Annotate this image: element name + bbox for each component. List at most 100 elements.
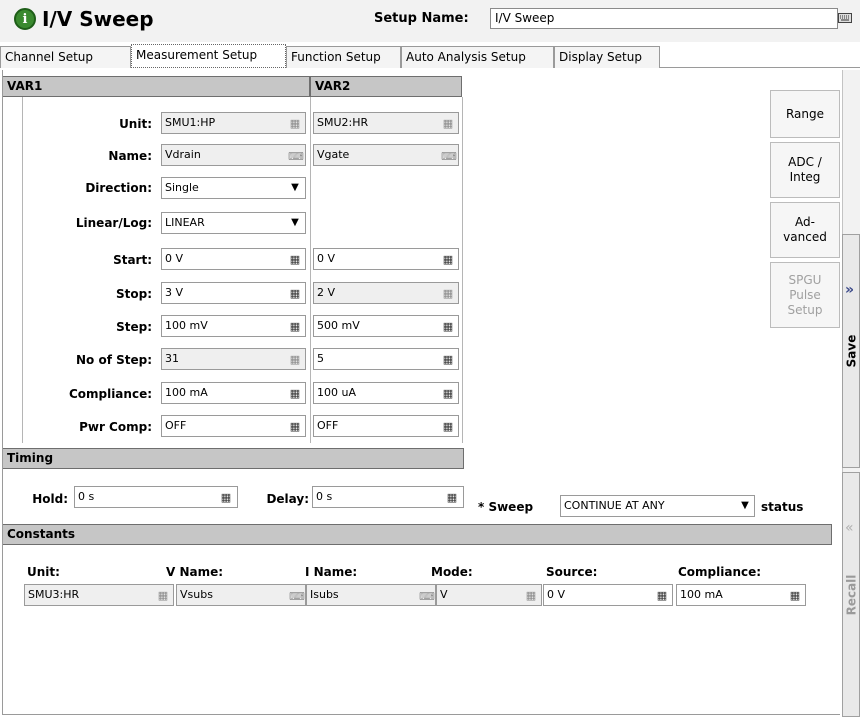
var1-left-border (22, 97, 23, 443)
var2-nstep-field[interactable]: 5 (313, 348, 459, 370)
calculator-icon[interactable]: ▦ (789, 589, 801, 602)
delay-label: Delay: (266, 492, 309, 506)
col-vname-header: V Name: (166, 565, 224, 579)
setup-name-input[interactable]: I/V Sweep (490, 8, 838, 29)
linlog-select[interactable]: LINEAR (161, 212, 306, 234)
setup-name-label: Setup Name: (374, 11, 469, 26)
col-compliance-header: Compliance: (678, 565, 762, 579)
var2-name-field[interactable]: Vgate (313, 144, 459, 166)
hold-field[interactable]: 0 s (74, 486, 238, 508)
var1-pwrcomp-field[interactable]: OFF (161, 415, 306, 437)
pwrcomp-label: Pwr Comp: (79, 420, 152, 434)
const-vname-field[interactable]: Vsubs (176, 584, 306, 606)
dropdown-arrow-icon[interactable]: ▼ (288, 214, 302, 232)
var2-step-field[interactable]: 500 mV (313, 315, 459, 337)
sweep-status-select[interactable]: CONTINUE AT ANY (560, 495, 755, 517)
var1-unit-field[interactable]: SMU1:HP (161, 112, 306, 134)
info-icon[interactable]: i (14, 8, 36, 30)
recall-rail-label: Recall (844, 574, 859, 615)
keyboard-icon[interactable]: ⌨ (441, 150, 457, 163)
var2-compliance-field[interactable]: 100 uA (313, 382, 459, 404)
const-unit-field[interactable]: SMU3:HR (24, 584, 174, 606)
delay-field[interactable]: 0 s (312, 486, 464, 508)
constants-header: Constants (2, 524, 832, 545)
start-label: Start: (113, 253, 152, 267)
col-source-header: Source: (546, 565, 598, 579)
calculator-icon[interactable]: ▦ (442, 320, 454, 333)
nstep-label: No of Step: (75, 353, 152, 367)
compliance-label: Compliance: (68, 387, 152, 401)
collapse-arrow-icon[interactable]: « (845, 520, 854, 536)
var1-name-field[interactable]: Vdrain (161, 144, 306, 166)
save-rail-tab[interactable]: Save (842, 234, 860, 468)
calculator-icon[interactable]: ▦ (442, 420, 454, 433)
tab-function-setup[interactable]: Function Setup (286, 46, 401, 68)
calculator-icon[interactable]: ▦ (289, 253, 301, 266)
tab-auto-analysis-setup[interactable]: Auto Analysis Setup (401, 46, 554, 68)
const-source-field[interactable]: 0 V (543, 584, 673, 606)
linlog-label: Linear/Log: (75, 216, 152, 230)
var2-unit-field[interactable]: SMU2:HR (313, 112, 459, 134)
calculator-icon[interactable]: ▦ (289, 320, 301, 333)
calculator-icon[interactable]: ▦ (289, 287, 301, 300)
var1-stop-field[interactable]: 3 V (161, 282, 306, 304)
sweep-label: * Sweep (478, 500, 534, 514)
calculator-icon[interactable]: ▦ (442, 287, 454, 300)
var1-header: VAR1 (2, 76, 310, 97)
const-iname-field[interactable]: Isubs (306, 584, 436, 606)
left-border (2, 70, 3, 715)
page-title: I/V Sweep (42, 7, 154, 31)
var2-pwrcomp-field[interactable]: OFF (313, 415, 459, 437)
calculator-icon[interactable]: ▦ (442, 117, 454, 130)
keyboard-icon[interactable] (838, 13, 852, 26)
calculator-icon[interactable]: ▦ (442, 387, 454, 400)
direction-label: Direction: (85, 181, 152, 195)
hold-label: Hold: (32, 492, 68, 506)
const-compliance-field[interactable]: 100 mA (676, 584, 806, 606)
advanced-button[interactable]: Ad- vanced (770, 202, 840, 258)
var1-start-field[interactable]: 0 V (161, 248, 306, 270)
step-label: Step: (116, 320, 152, 334)
var2-header: VAR2 (310, 76, 462, 97)
var2-stop-field[interactable]: 2 V (313, 282, 459, 304)
tab-measurement-setup[interactable]: Measurement Setup (131, 44, 286, 68)
calculator-icon[interactable]: ▦ (289, 420, 301, 433)
dropdown-arrow-icon[interactable]: ▼ (738, 497, 752, 515)
timing-header: Timing (2, 448, 464, 469)
var1-step-field[interactable]: 100 mV (161, 315, 306, 337)
bottom-border (2, 714, 840, 715)
range-button[interactable]: Range (770, 90, 840, 138)
expand-arrow-icon[interactable]: » (845, 282, 854, 298)
spgu-pulse-setup-button[interactable]: SPGU Pulse Setup (770, 262, 840, 328)
keyboard-icon[interactable]: ⌨ (288, 150, 304, 163)
var1-nstep-field[interactable]: 31 (161, 348, 306, 370)
tab-display-setup[interactable]: Display Setup (554, 46, 660, 68)
var1-compliance-field[interactable]: 100 mA (161, 382, 306, 404)
calculator-icon[interactable]: ▦ (220, 491, 232, 504)
name-label: Name: (108, 149, 152, 163)
calculator-icon[interactable]: ▦ (656, 589, 668, 602)
keyboard-icon[interactable]: ⌨ (289, 590, 305, 603)
save-rail-label: Save (844, 334, 859, 368)
adc-integ-button[interactable]: ADC / Integ (770, 142, 840, 198)
stop-label: Stop: (115, 287, 152, 301)
calculator-icon[interactable]: ▦ (289, 117, 301, 130)
calculator-icon[interactable]: ▦ (289, 353, 301, 366)
calculator-icon[interactable]: ▦ (442, 253, 454, 266)
tab-bar: Channel Setup Measurement Setup Function… (0, 44, 860, 68)
status-label: status (761, 500, 804, 514)
calculator-icon[interactable]: ▦ (525, 589, 537, 602)
calculator-icon[interactable]: ▦ (446, 491, 458, 504)
calculator-icon[interactable]: ▦ (442, 353, 454, 366)
keyboard-icon[interactable]: ⌨ (419, 590, 435, 603)
recall-rail-tab[interactable]: Recall (842, 472, 860, 717)
dropdown-arrow-icon[interactable]: ▼ (288, 179, 302, 197)
col-mode-header: Mode: (431, 565, 473, 579)
calculator-icon[interactable]: ▦ (157, 589, 169, 602)
tab-channel-setup[interactable]: Channel Setup (0, 46, 131, 68)
var-divider (310, 97, 311, 443)
calculator-icon[interactable]: ▦ (289, 387, 301, 400)
col-unit-header: Unit: (27, 565, 60, 579)
direction-select[interactable]: Single (161, 177, 306, 199)
var2-start-field[interactable]: 0 V (313, 248, 459, 270)
